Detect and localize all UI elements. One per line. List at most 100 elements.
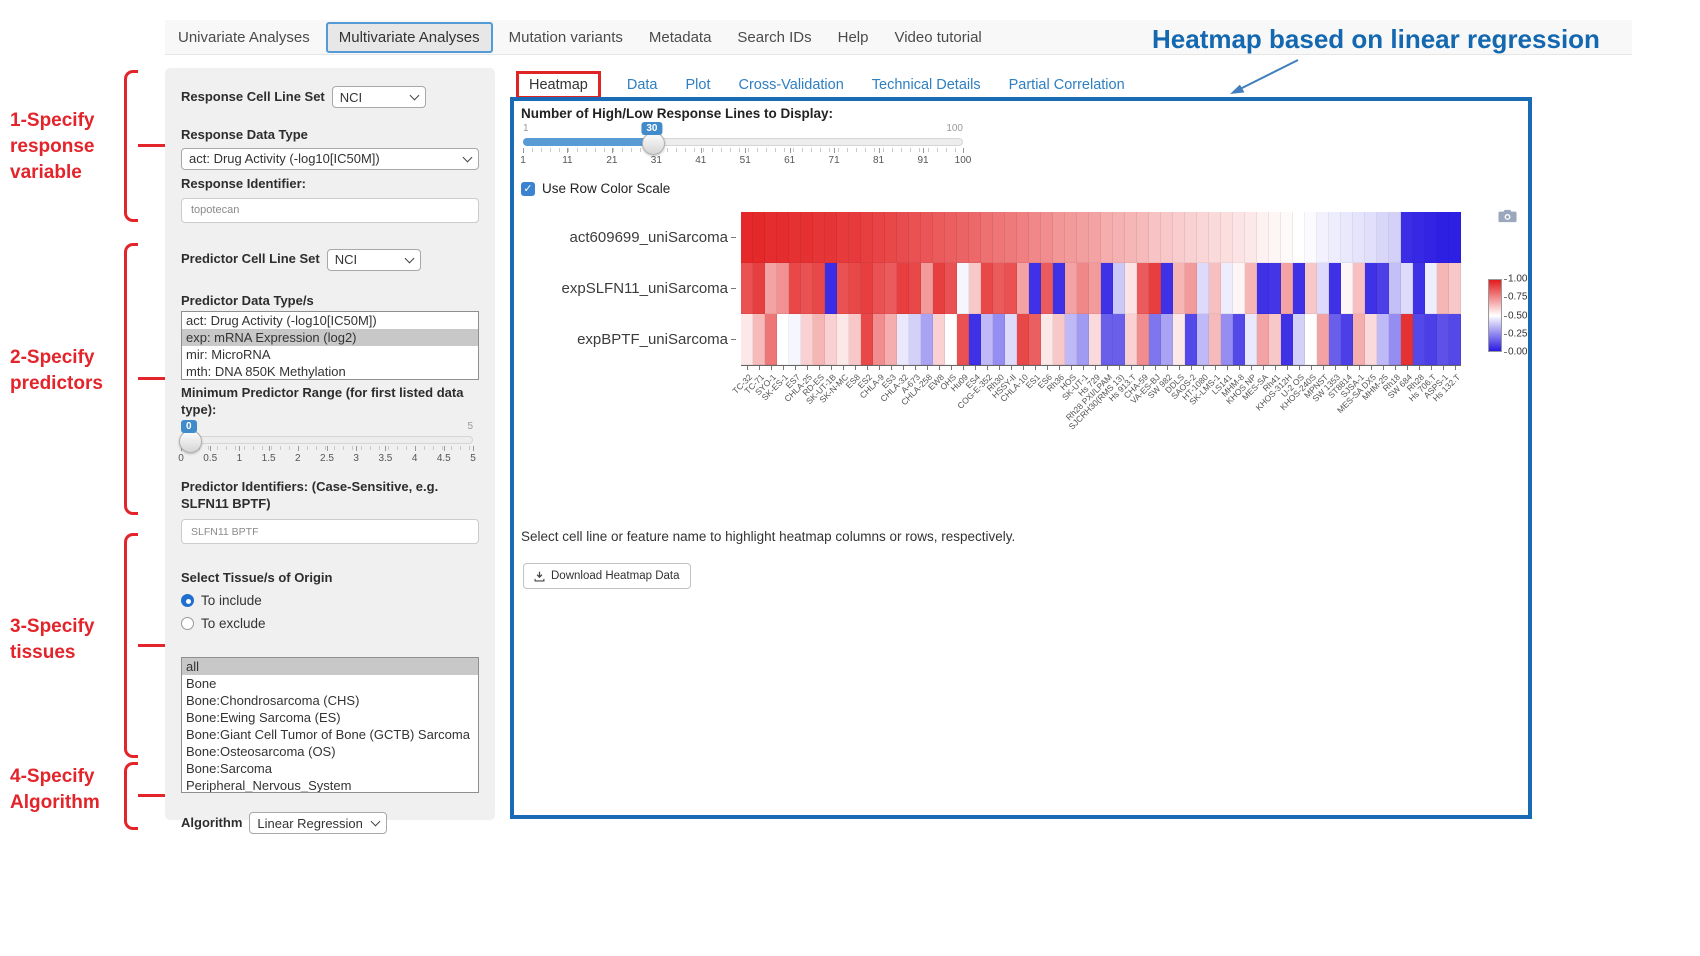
heatmap-cell[interactable] xyxy=(1089,212,1101,263)
heatmap-cell[interactable] xyxy=(1305,314,1317,365)
heatmap-cell[interactable] xyxy=(1113,263,1125,314)
heatmap-cell[interactable] xyxy=(789,263,801,314)
heatmap-cell[interactable] xyxy=(909,263,921,314)
heatmap-cell[interactable] xyxy=(1437,314,1449,365)
heatmap-cell[interactable] xyxy=(1077,314,1089,365)
heatmap-cell[interactable] xyxy=(1221,263,1233,314)
heatmap-cell[interactable] xyxy=(1305,263,1317,314)
heatmap-cell[interactable] xyxy=(1389,314,1401,365)
heatmap-cell[interactable] xyxy=(909,314,921,365)
heatmap-cell[interactable] xyxy=(1329,212,1341,263)
heatmap-cell[interactable] xyxy=(753,212,765,263)
nav-item-search-ids[interactable]: Search IDs xyxy=(724,29,824,46)
heatmap-cell[interactable] xyxy=(1413,263,1425,314)
response-data-type-select[interactable]: act: Drug Activity (-log10[IC50M]) xyxy=(181,148,479,170)
heatmap-cell[interactable] xyxy=(1005,263,1017,314)
heatmap-cell[interactable] xyxy=(765,314,777,365)
heatmap-row-label-act609699-unisarcoma[interactable]: act609699_uniSarcoma xyxy=(544,212,736,263)
tissue-option-bone[interactable]: Bone xyxy=(182,675,478,692)
heatmap-cell[interactable] xyxy=(1377,263,1389,314)
heatmap-cell[interactable] xyxy=(1101,314,1113,365)
heatmap-cell[interactable] xyxy=(933,212,945,263)
algorithm-select[interactable]: Linear Regression xyxy=(249,812,387,834)
camera-icon[interactable] xyxy=(1498,209,1517,223)
heatmap-cell[interactable] xyxy=(1185,212,1197,263)
heatmap-cell[interactable] xyxy=(873,212,885,263)
heatmap-cell[interactable] xyxy=(1245,263,1257,314)
heatmap-cell[interactable] xyxy=(1377,212,1389,263)
heatmap-cell[interactable] xyxy=(1101,263,1113,314)
heatmap-cell[interactable] xyxy=(825,212,837,263)
heatmap-cell[interactable] xyxy=(1365,314,1377,365)
heatmap-cell[interactable] xyxy=(873,263,885,314)
heatmap-cell[interactable] xyxy=(1341,314,1353,365)
heatmap-cell[interactable] xyxy=(1389,263,1401,314)
heatmap-cell[interactable] xyxy=(1197,212,1209,263)
heatmap-cell[interactable] xyxy=(969,263,981,314)
heatmap-cell[interactable] xyxy=(1449,212,1461,263)
heatmap-cell[interactable] xyxy=(1353,263,1365,314)
heatmap-cell[interactable] xyxy=(1005,212,1017,263)
predictor-cell-line-set-select[interactable]: NCI xyxy=(327,249,421,271)
heatmap-cell[interactable] xyxy=(1053,263,1065,314)
tissue-option-bone-chondrosarcoma-chs[interactable]: Bone:Chondrosarcoma (CHS) xyxy=(182,692,478,709)
heatmap-cell[interactable] xyxy=(969,314,981,365)
heatmap-cell[interactable] xyxy=(897,263,909,314)
heatmap-cell[interactable] xyxy=(921,314,933,365)
heatmap-cell[interactable] xyxy=(1269,314,1281,365)
heatmap-cell[interactable] xyxy=(861,212,873,263)
heatmap-cell[interactable] xyxy=(861,263,873,314)
heatmap-cell[interactable] xyxy=(1077,212,1089,263)
heatmap-cell[interactable] xyxy=(957,212,969,263)
nav-item-mutation-variants[interactable]: Mutation variants xyxy=(496,29,636,46)
heatmap-cell[interactable] xyxy=(1053,314,1065,365)
heatmap-cell[interactable] xyxy=(1041,263,1053,314)
heatmap-cell[interactable] xyxy=(1209,314,1221,365)
heatmap-cell[interactable] xyxy=(993,263,1005,314)
heatmap-cell[interactable] xyxy=(1437,263,1449,314)
heatmap-row-label-expslfn11-unisarcoma[interactable]: expSLFN11_uniSarcoma xyxy=(544,263,736,314)
heatmap-cell[interactable] xyxy=(789,212,801,263)
nav-item-univariate-analyses[interactable]: Univariate Analyses xyxy=(165,29,323,46)
heatmap-cell[interactable] xyxy=(741,212,753,263)
heatmap-cell[interactable] xyxy=(849,314,861,365)
heatmap-cell[interactable] xyxy=(1149,212,1161,263)
nav-item-metadata[interactable]: Metadata xyxy=(636,29,725,46)
tab-partial-correlation[interactable]: Partial Correlation xyxy=(1009,77,1125,93)
heatmap-cell[interactable] xyxy=(1029,212,1041,263)
tissue-option-peripheral-nervous-system[interactable]: Peripheral_Nervous_System xyxy=(182,777,478,793)
heatmap-cell[interactable] xyxy=(1281,263,1293,314)
heatmap-cell[interactable] xyxy=(1353,212,1365,263)
heatmap-cell[interactable] xyxy=(1293,212,1305,263)
heatmap-cell[interactable] xyxy=(849,263,861,314)
nav-item-video-tutorial[interactable]: Video tutorial xyxy=(881,29,994,46)
heatmap-cell[interactable] xyxy=(1005,314,1017,365)
heatmap-cell[interactable] xyxy=(885,314,897,365)
heatmap-cell[interactable] xyxy=(837,314,849,365)
heatmap-cell[interactable] xyxy=(1329,314,1341,365)
heatmap-cell[interactable] xyxy=(1245,314,1257,365)
heatmap-cell[interactable] xyxy=(945,314,957,365)
heatmap-cell[interactable] xyxy=(993,314,1005,365)
heatmap-cell[interactable] xyxy=(1173,212,1185,263)
heatmap-cell[interactable] xyxy=(1401,314,1413,365)
heatmap-cell[interactable] xyxy=(1389,212,1401,263)
heatmap-cell[interactable] xyxy=(1269,212,1281,263)
heatmap-cell[interactable] xyxy=(1281,314,1293,365)
heatmap-cell[interactable] xyxy=(1041,212,1053,263)
heatmap-cell[interactable] xyxy=(1077,263,1089,314)
heatmap-cell[interactable] xyxy=(1161,314,1173,365)
heatmap-cell[interactable] xyxy=(777,314,789,365)
slider-handle[interactable] xyxy=(642,132,665,155)
tissue-exclude-radio[interactable] xyxy=(181,617,194,630)
heatmap-cell[interactable] xyxy=(1209,212,1221,263)
heatmap-cell[interactable] xyxy=(981,314,993,365)
heatmap-cell[interactable] xyxy=(837,212,849,263)
heatmap-cell[interactable] xyxy=(1041,314,1053,365)
predictor-type-option-mir-microrna[interactable]: mir: MicroRNA xyxy=(182,346,478,363)
heatmap-cell[interactable] xyxy=(1029,263,1041,314)
heatmap-cell[interactable] xyxy=(1401,212,1413,263)
heatmap-cell[interactable] xyxy=(1317,314,1329,365)
heatmap-cell[interactable] xyxy=(933,263,945,314)
heatmap-cell[interactable] xyxy=(1017,263,1029,314)
